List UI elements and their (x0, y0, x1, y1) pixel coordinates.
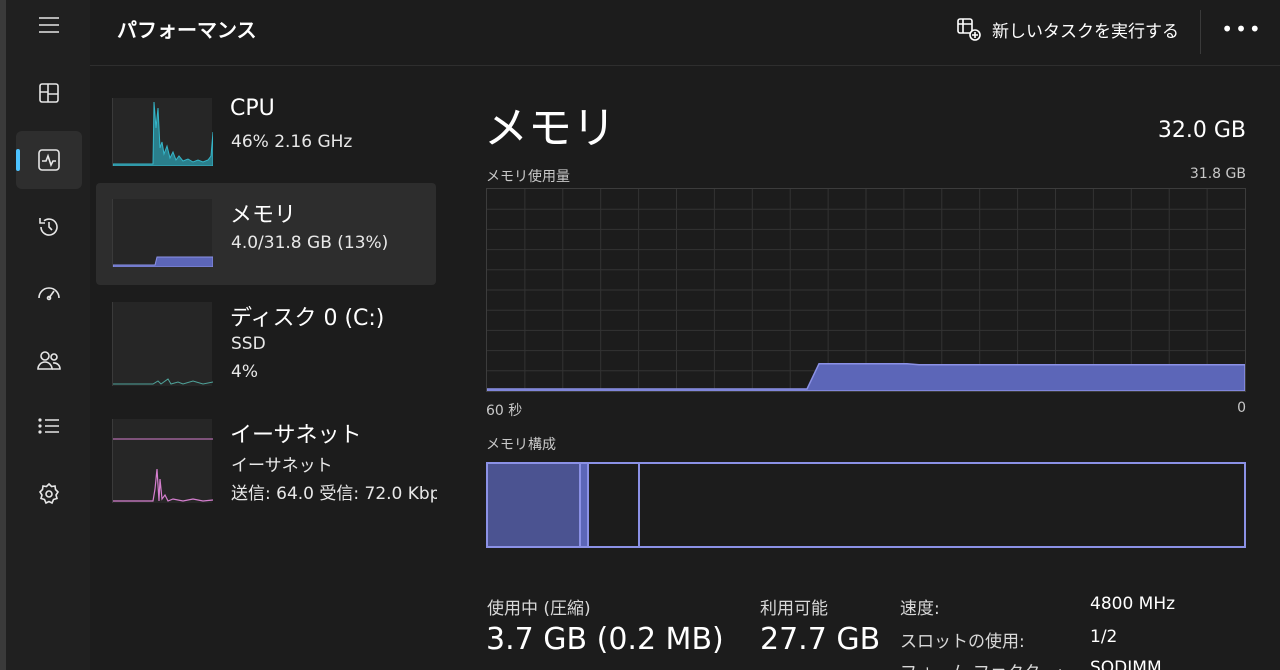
hamburger-button[interactable] (16, 0, 82, 54)
nav-users[interactable] (16, 331, 82, 389)
composition-label: メモリ構成 (486, 437, 556, 453)
run-task-icon (957, 18, 981, 41)
nav-startup-apps[interactable] (16, 265, 82, 323)
slots-key: スロットの使用: (900, 632, 1025, 652)
hamburger-icon (39, 17, 59, 33)
device-stat: 送信: 64.0 受信: 72.0 Kbps (231, 484, 437, 504)
run-new-task-button[interactable]: 新しいタスクを実行する (950, 12, 1185, 46)
in-use-value: 3.7 GB (0.2 MB) (486, 622, 724, 657)
more-button[interactable]: ••• (1220, 14, 1264, 44)
detail-title: メモリ (484, 103, 616, 154)
memory-composition-bar (486, 462, 1246, 548)
active-indicator (16, 149, 20, 171)
device-name: CPU (230, 96, 275, 121)
device-name: メモリ (230, 203, 297, 228)
performance-icon (38, 149, 60, 171)
form-factor-key: フォーム ファクター: (900, 658, 1063, 670)
device-adapter: イーサネット (231, 456, 333, 476)
ethernet-thumbnail-graph (112, 419, 213, 503)
in-use-label: 使用中 (圧縮) (487, 599, 591, 619)
time-axis-left: 60 秒 (486, 403, 523, 419)
memory-usage-graph (486, 189, 1246, 392)
run-new-task-label: 新しいタスクを実行する (992, 21, 1179, 42)
available-value: 27.7 GB (760, 622, 881, 657)
device-name: ディスク 0 (C:) (230, 306, 385, 331)
speed-key: 速度: (900, 599, 940, 619)
details-icon (38, 418, 59, 434)
device-name: イーサネット (230, 423, 362, 448)
nav-services[interactable] (16, 465, 82, 523)
device-item-disk[interactable]: ディスク 0 (C:) SSD 4% (96, 286, 436, 388)
startup-apps-icon (38, 287, 60, 301)
nav-details[interactable] (16, 397, 82, 455)
device-item-ethernet[interactable]: イーサネット イーサネット 送信: 64.0 受信: 72.0 Kbps (96, 403, 437, 505)
disk-thumbnail-graph (112, 302, 213, 386)
nav-performance[interactable] (16, 131, 82, 189)
time-axis-right: 0 (1237, 400, 1246, 416)
navigation-rail (6, 0, 90, 670)
header-bar: パフォーマンス 新しいタスクを実行する ••• (90, 0, 1280, 66)
memory-usage-chart (486, 188, 1246, 392)
header-divider (1200, 10, 1201, 54)
device-type: SSD (231, 334, 266, 354)
page-title: パフォーマンス (117, 18, 257, 42)
usage-label: メモリ使用量 (486, 169, 570, 185)
usage-max-label: 31.8 GB (1189, 166, 1246, 182)
device-stat: 4.0/31.8 GB (13%) (231, 233, 389, 253)
app-history-icon (39, 218, 58, 236)
nav-app-history[interactable] (16, 198, 82, 256)
processes-icon (39, 83, 59, 103)
users-icon (37, 351, 61, 370)
available-label: 利用可能 (760, 599, 828, 619)
form-factor-value: SODIMM (1090, 658, 1162, 670)
nav-processes[interactable] (16, 64, 82, 122)
services-icon (38, 482, 60, 505)
device-stat: 46% 2.16 GHz (231, 132, 353, 152)
cpu-thumbnail-graph (112, 98, 213, 166)
speed-value: 4800 MHz (1090, 594, 1176, 614)
device-stat: 4% (231, 362, 258, 382)
slots-value: 1/2 (1090, 627, 1118, 647)
more-icon: ••• (1221, 17, 1263, 41)
detail-total-capacity: 32.0 GB (1157, 118, 1246, 143)
memory-thumbnail-graph (112, 199, 213, 267)
device-item-memory[interactable]: メモリ 4.0/31.8 GB (13%) (96, 183, 436, 285)
device-item-cpu[interactable]: CPU 46% 2.16 GHz (96, 82, 436, 184)
